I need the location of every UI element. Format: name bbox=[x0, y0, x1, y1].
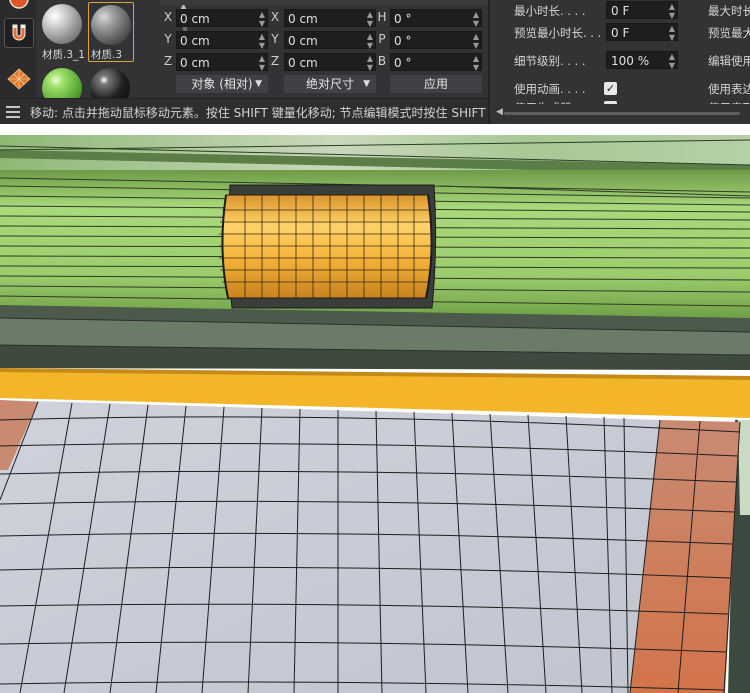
status-message: 移动: 点击并拖动鼠标移动元素。按住 SHIFT 键量化移动; 节点编辑模式时按… bbox=[30, 106, 526, 120]
stepper-icon[interactable]: ▲ ▼ bbox=[473, 54, 479, 72]
hamburger-menu-icon[interactable] bbox=[6, 106, 20, 118]
stepper-icon[interactable]: ▲ ▼ bbox=[669, 2, 675, 20]
apply-button[interactable]: 应用 bbox=[390, 75, 482, 93]
magnet-tool-button[interactable] bbox=[4, 18, 34, 48]
3d-viewport[interactable] bbox=[0, 135, 750, 693]
stepper-icon[interactable]: ▲ ▼ bbox=[473, 32, 479, 50]
rotation-b-label: B bbox=[377, 54, 387, 68]
attribute-horizontal-scrollbar[interactable]: ◀ bbox=[490, 104, 750, 124]
status-bar: 移动: 点击并拖动鼠标移动元素。按住 SHIFT 键量化移动; 节点编辑模式时按… bbox=[0, 98, 525, 124]
material-preview-ball bbox=[91, 5, 131, 45]
tool-strip bbox=[0, 0, 36, 98]
min-duration-label: 最小时长. . . . bbox=[514, 4, 586, 18]
position-x-label: X bbox=[163, 10, 173, 24]
min-duration-field[interactable]: 0 F ▲ ▼ bbox=[606, 1, 678, 20]
rotation-p-field[interactable]: 0 ° ▲ ▼ bbox=[390, 31, 482, 50]
rotation-h-field[interactable]: 0 ° ▲ ▼ bbox=[390, 9, 482, 28]
size-mode-dropdown[interactable]: 绝对尺寸 ▼ bbox=[284, 75, 376, 93]
viewport-separator bbox=[0, 124, 750, 135]
rotation-b-field[interactable]: 0 ° ▲ ▼ bbox=[390, 53, 482, 72]
size-z-label: Z bbox=[270, 54, 280, 68]
size-y-label: Y bbox=[271, 32, 279, 46]
max-duration-label: 最大时长 bbox=[708, 4, 750, 18]
stepper-icon[interactable]: ▲ ▼ bbox=[367, 54, 373, 72]
stepper-icon[interactable]: ▲ ▼ bbox=[367, 32, 373, 50]
magnet-icon bbox=[12, 24, 26, 41]
stepper-icon[interactable]: ▲ ▼ bbox=[669, 24, 675, 42]
viewport-render bbox=[0, 135, 750, 693]
tool-button-top[interactable] bbox=[4, 0, 34, 14]
position-z-label: Z bbox=[163, 54, 173, 68]
stepper-icon[interactable]: ▲ ▼ bbox=[259, 54, 265, 72]
size-x-label: X bbox=[270, 10, 280, 24]
edit-use-label: 编辑使用 bbox=[708, 54, 750, 68]
material-label-3: 材质.3 bbox=[91, 49, 123, 61]
stepper-icon[interactable]: ▲ ▼ bbox=[473, 10, 479, 28]
coordinate-manager: X 0 cm ▲ ▼ Y 0 cm ▲ ▼ Z 0 cm ▲ ▼ X 0 cm ▲ ▼ Y 0 … bbox=[160, 0, 488, 98]
size-y-field[interactable]: 0 cm ▲ ▼ bbox=[284, 31, 376, 50]
size-x-field[interactable]: 0 cm ▲ ▼ bbox=[284, 9, 376, 28]
rotation-p-label: P bbox=[378, 32, 386, 46]
stepper-icon[interactable]: ▲ ▼ bbox=[259, 10, 265, 28]
coordinate-header-strip bbox=[160, 0, 488, 5]
stepper-icon[interactable]: ▲ ▼ bbox=[669, 52, 675, 70]
size-z-field[interactable]: 0 cm ▲ ▼ bbox=[284, 53, 376, 72]
preview-max-label: 预览最大 bbox=[708, 26, 750, 40]
chevron-down-icon: ▼ bbox=[363, 79, 370, 89]
use-animation-checkbox[interactable]: ✓ bbox=[604, 82, 617, 95]
position-y-field[interactable]: 0 cm ▲ ▼ bbox=[176, 31, 268, 50]
use-expression-label: 使用表达 bbox=[708, 82, 750, 96]
coordinate-mode-dropdown[interactable]: 对象 (相对) ▼ bbox=[176, 75, 268, 93]
position-y-label: Y bbox=[164, 32, 172, 46]
rotation-h-label: H bbox=[377, 10, 387, 24]
material-swatch-white[interactable] bbox=[40, 2, 84, 46]
scroll-thumb[interactable] bbox=[504, 112, 740, 115]
checker-texture-icon bbox=[7, 68, 31, 90]
detail-level-field[interactable]: 100 % ▲ ▼ bbox=[606, 51, 678, 70]
chevron-down-icon: ▼ bbox=[255, 79, 262, 89]
top-ui-panel: 材质.3_1 材质.3 ▲ ▼ X 0 cm▲▼ Y 0 cm▲▼ Z 0 cm… bbox=[0, 0, 750, 124]
material-preview-ball bbox=[42, 4, 82, 44]
stepper-icon[interactable]: ▲ ▼ bbox=[259, 32, 265, 50]
sphere-tool-icon bbox=[9, 0, 29, 9]
detail-level-label: 细节级别. . . . bbox=[514, 54, 586, 68]
use-animation-label: 使用动画. . . . bbox=[514, 82, 586, 96]
cylinder-object bbox=[219, 184, 437, 309]
scroll-left-arrow-icon[interactable]: ◀ bbox=[496, 107, 503, 117]
preview-min-label: 预览最小时长. . . bbox=[514, 26, 602, 40]
stepper-icon[interactable]: ▲ ▼ bbox=[367, 10, 373, 28]
material-shelf: 材质.3_1 材质.3 ▲ ▼ bbox=[38, 0, 187, 108]
material-label-3-1: 材质.3_1 bbox=[42, 49, 85, 61]
preview-min-field[interactable]: 0 F ▲ ▼ bbox=[606, 23, 678, 42]
attribute-manager: 最小时长. . . . 0 F ▲ ▼ 最大时长 预览最小时长. . . 0 F ▲ ▼… bbox=[490, 0, 750, 106]
position-z-field[interactable]: 0 cm ▲ ▼ bbox=[176, 53, 268, 72]
position-x-field[interactable]: 0 cm ▲ ▼ bbox=[176, 9, 268, 28]
texture-tool-button[interactable] bbox=[4, 64, 34, 94]
